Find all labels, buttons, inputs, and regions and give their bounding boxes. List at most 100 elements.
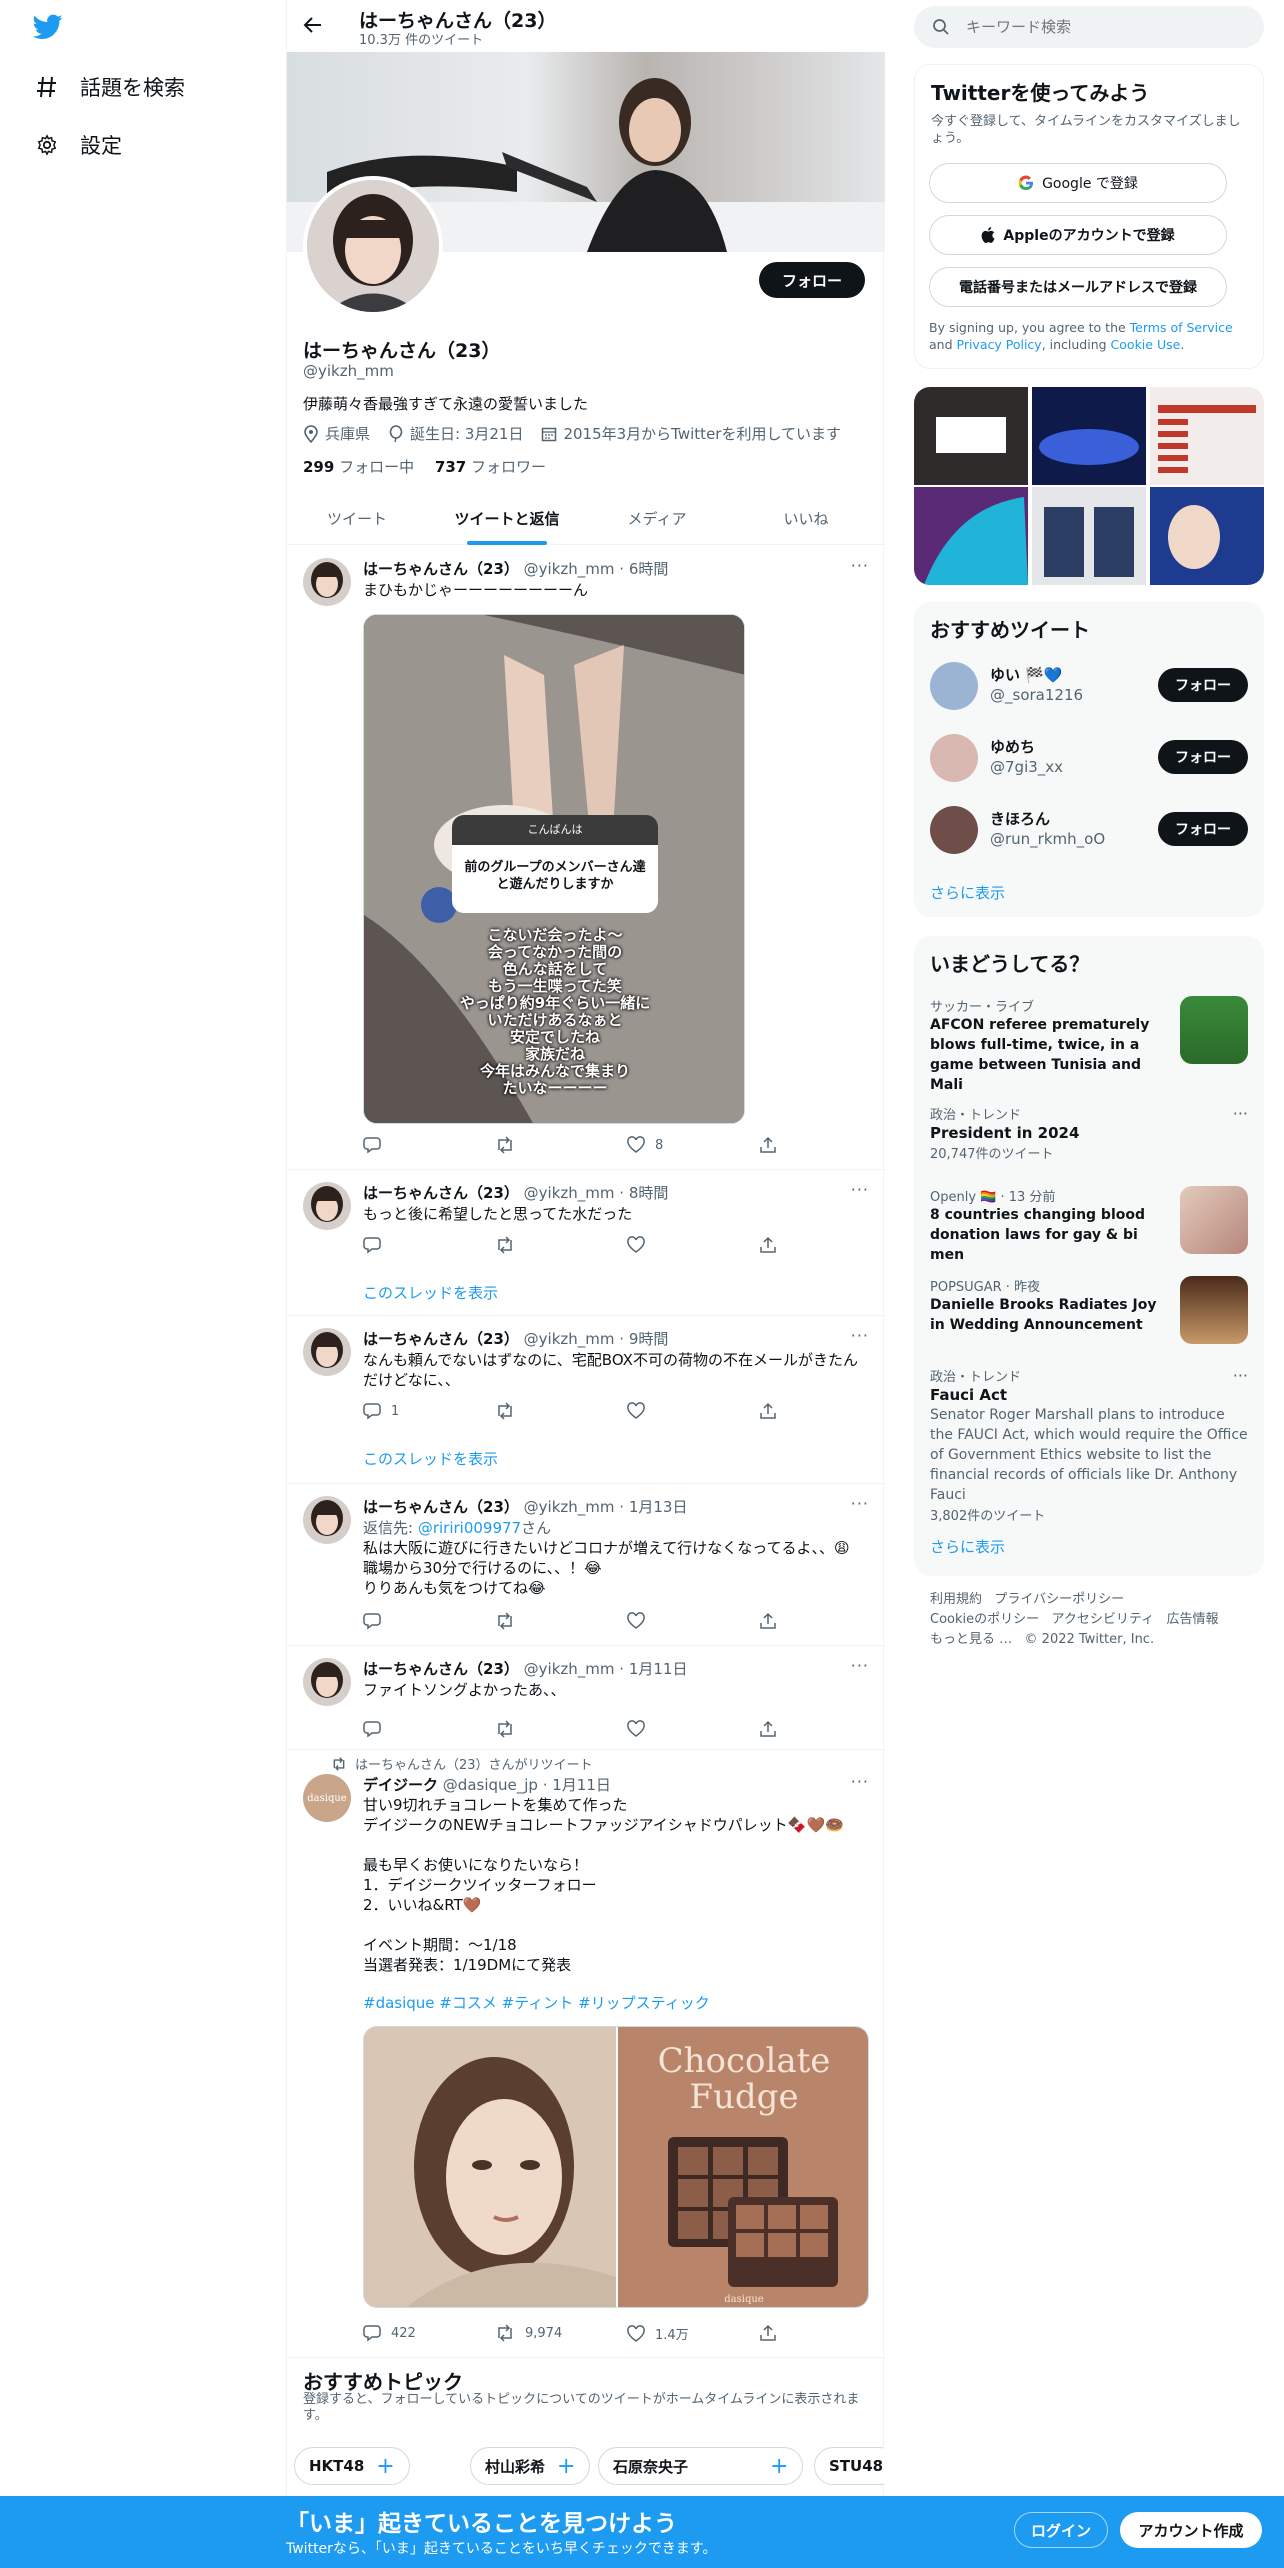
tab-media[interactable]: メディア [587, 508, 727, 529]
tweet-handle[interactable]: @yikzh_mm [524, 1330, 615, 1348]
reply-button[interactable] [363, 1720, 381, 1738]
tweet-author[interactable]: はーちゃんさん（23） [363, 560, 519, 578]
follow-button[interactable]: フォロー [1158, 668, 1248, 702]
tab-tweets-replies[interactable]: ツイートと返信 [427, 508, 587, 529]
like-button[interactable] [627, 1612, 645, 1630]
tweet-time[interactable]: 1月11日 [629, 1660, 688, 1678]
retweet-button[interactable] [495, 1402, 515, 1420]
tweet-handle[interactable]: @yikzh_mm [524, 560, 615, 578]
tweet-handle[interactable]: @dasique_jp [443, 1776, 538, 1794]
search-bar[interactable] [914, 6, 1264, 48]
tweet-hashtags[interactable]: #dasique #コスメ #ティント #リップスティック [363, 1993, 863, 2013]
twitter-logo-icon[interactable] [32, 14, 63, 44]
google-signup-button[interactable]: Google で登録 [929, 163, 1227, 203]
tweet-author[interactable]: はーちゃんさん（23） [363, 1660, 519, 1678]
share-button[interactable] [759, 1612, 777, 1630]
share-button[interactable] [759, 1402, 777, 1420]
trend-item[interactable]: 政治・トレンド President in 2024 20,747件のツイート ·… [930, 1104, 1248, 1164]
privacy-link[interactable]: Privacy Policy [957, 337, 1042, 352]
tab-tweets[interactable]: ツイート [287, 508, 427, 529]
retweet-button[interactable]: 9,974 [495, 2324, 562, 2342]
topic-chip[interactable]: STU48 [814, 2447, 884, 2485]
like-button[interactable]: 8 [627, 1136, 663, 1154]
more-icon[interactable]: ··· [851, 556, 869, 575]
tweet-handle[interactable]: @yikzh_mm [524, 1184, 615, 1202]
trend-item[interactable]: サッカー・ライブ AFCON referee prematurely blows… [930, 996, 1248, 1093]
tweet-author[interactable]: はーちゃんさん（23） [363, 1330, 519, 1348]
user-handle[interactable]: @run_rkmh_oO [990, 830, 1105, 848]
reply-button[interactable] [363, 1136, 381, 1154]
like-button[interactable] [627, 1720, 645, 1738]
like-button[interactable]: 1.4万 [627, 2324, 689, 2343]
tweet-2[interactable]: はーちゃんさん（23） @yikzh_mm · 8時間 ··· もっと後に希望し… [287, 1170, 885, 1316]
product-photo-palette[interactable]: Chocolate Fudge dasique [618, 2027, 868, 2307]
footer-cookie-link[interactable]: Cookieのポリシー [930, 1612, 1039, 1627]
tweet-avatar[interactable] [303, 1182, 351, 1230]
reply-button[interactable]: 1 [363, 1402, 399, 1420]
more-icon[interactable]: ··· [851, 1494, 869, 1513]
plus-icon[interactable]: + [557, 2454, 575, 2479]
retweet-button[interactable] [495, 1612, 515, 1630]
show-thread-link[interactable]: このスレッドを表示 [363, 1282, 498, 1303]
like-button[interactable] [627, 1402, 645, 1420]
tweet-time[interactable]: 8時間 [629, 1184, 669, 1202]
tweet-1[interactable]: はーちゃんさん（23） @yikzh_mm · 6時間 ··· まひもかじゃーー… [287, 546, 885, 1170]
tweet-avatar[interactable] [303, 1328, 351, 1376]
reply-to-link[interactable]: @ririri009977 [418, 1519, 521, 1537]
recommended-more-link[interactable]: さらに表示 [930, 882, 1005, 903]
tweet-4[interactable]: はーちゃんさん（23） @yikzh_mm · 1月13日 ··· 返信先: @… [287, 1484, 885, 1646]
apple-signup-button[interactable]: Appleのアカウントで登録 [929, 215, 1227, 255]
tweet-author[interactable]: はーちゃんさん（23） [363, 1184, 519, 1202]
plus-icon[interactable]: + [376, 2454, 394, 2479]
search-input[interactable] [966, 14, 1246, 40]
footer-terms-link[interactable]: 利用規約 [930, 1592, 982, 1607]
follow-button[interactable]: フォロー [1158, 812, 1248, 846]
tweet-author[interactable]: はーちゃんさん（23） [363, 1498, 519, 1516]
retweet-button[interactable] [495, 1720, 515, 1738]
plus-icon[interactable]: + [770, 2454, 788, 2479]
recommended-user[interactable]: ゆい 🏁💙 @_sora1216 フォロー [930, 658, 1248, 714]
trends-more-link[interactable]: さらに表示 [930, 1536, 1005, 1557]
tweet-handle[interactable]: @yikzh_mm [524, 1660, 615, 1678]
avatar[interactable] [930, 734, 978, 782]
tweet-avatar[interactable] [303, 558, 351, 606]
retweet-button[interactable] [495, 1136, 515, 1154]
trend-item[interactable]: 政治・トレンド Fauci Act Senator Roger Marshall… [930, 1366, 1248, 1524]
more-icon[interactable]: ··· [1233, 1104, 1248, 1123]
retweet-label[interactable]: はーちゃんさん（23）さんがリツイート [355, 1754, 593, 1773]
topic-chip[interactable]: HKT48 + [294, 2447, 410, 2485]
user-handle[interactable]: @_sora1216 [990, 686, 1083, 704]
user-name[interactable]: ゆい 🏁💙 [990, 664, 1063, 685]
follow-button[interactable]: フォロー [1158, 740, 1248, 774]
retweet-button[interactable] [495, 1236, 515, 1254]
more-icon[interactable]: ··· [851, 1180, 869, 1199]
product-photo-model[interactable] [364, 2027, 616, 2307]
topic-chip[interactable]: 村山彩希 + [470, 2447, 591, 2485]
avatar[interactable] [930, 806, 978, 854]
profile-follow-button[interactable]: フォロー [759, 262, 865, 298]
tweet-author[interactable]: デイジーク [363, 1776, 438, 1794]
tweet-time[interactable]: 6時間 [629, 560, 669, 578]
trend-item[interactable]: POPSUGAR · 昨夜 Danielle Brooks Radiates J… [930, 1276, 1248, 1346]
topic-chip[interactable]: 石原奈央子 + [598, 2447, 804, 2485]
reply-button[interactable] [363, 1236, 381, 1254]
footer-more-link[interactable]: もっと見る … [930, 1632, 1012, 1647]
more-icon[interactable]: ··· [1233, 1366, 1248, 1385]
tweet-handle[interactable]: @yikzh_mm [524, 1498, 615, 1516]
tweet-time[interactable]: 9時間 [629, 1330, 669, 1348]
signup-button[interactable]: アカウント作成 [1120, 2512, 1262, 2548]
reply-button[interactable] [363, 1612, 381, 1630]
footer-privacy-link[interactable]: プライバシーポリシー [994, 1592, 1124, 1607]
reply-button[interactable]: 422 [363, 2324, 416, 2342]
tweet-avatar[interactable] [303, 1658, 351, 1706]
nav-explore[interactable]: 話題を検索 [36, 72, 185, 102]
show-thread-link[interactable]: このスレッドを表示 [363, 1448, 498, 1469]
terms-link[interactable]: Terms of Service [1130, 320, 1233, 335]
phone-email-signup-button[interactable]: 電話番号またはメールアドレスで登録 [929, 267, 1227, 307]
like-button[interactable] [627, 1236, 645, 1254]
cookie-link[interactable]: Cookie Use [1111, 337, 1181, 352]
tweet-3[interactable]: はーちゃんさん（23） @yikzh_mm · 9時間 ··· なんも頼んでない… [287, 1316, 885, 1484]
nav-settings[interactable]: 設定 [36, 130, 122, 160]
recommended-user[interactable]: ゆめち @7gi3_xx フォロー [930, 730, 1248, 786]
share-button[interactable] [759, 1720, 777, 1738]
